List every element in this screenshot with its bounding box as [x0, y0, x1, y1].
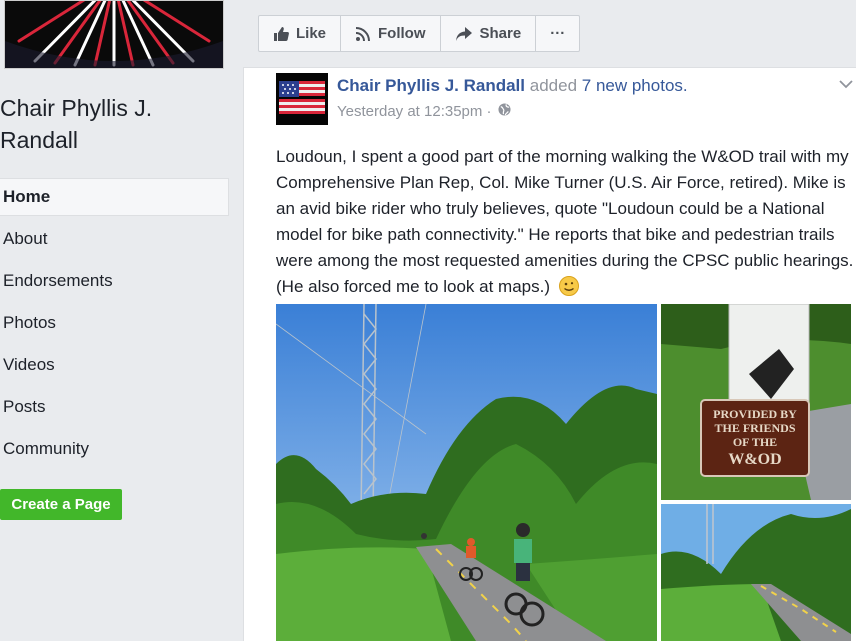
- post-header: Chair Phyllis J. Randall added 7 new pho…: [337, 76, 688, 96]
- post-author-link[interactable]: Chair Phyllis J. Randall: [337, 76, 525, 95]
- share-arrow-icon: [455, 26, 473, 42]
- page-profile-picture[interactable]: [4, 0, 224, 69]
- sign-line-3: OF THE: [733, 435, 777, 449]
- photos-link[interactable]: 7 new photos.: [582, 76, 688, 95]
- globe-icon: [498, 103, 511, 120]
- sidebar-nav: Home About Endorsements Photos Videos Po…: [0, 178, 229, 472]
- sidebar-item-videos[interactable]: Videos: [0, 346, 229, 384]
- share-button[interactable]: Share: [441, 16, 537, 51]
- author-avatar[interactable]: [276, 73, 328, 125]
- post-body: Loudoun, I spent a good part of the morn…: [276, 144, 856, 304]
- sidebar-item-about[interactable]: About: [0, 220, 229, 258]
- follow-button-label: Follow: [378, 25, 426, 42]
- sidebar-item-community[interactable]: Community: [0, 430, 229, 468]
- post-body-text: Loudoun, I spent a good part of the morn…: [276, 147, 854, 296]
- post-photo-main[interactable]: [276, 304, 657, 641]
- smile-icon: [558, 276, 579, 304]
- sidebar-item-posts[interactable]: Posts: [0, 388, 229, 426]
- like-button-label: Like: [296, 25, 327, 42]
- sidebar-item-photos[interactable]: Photos: [0, 304, 229, 342]
- create-page-button[interactable]: Create a Page: [0, 489, 122, 520]
- sidebar-item-home[interactable]: Home: [0, 178, 229, 216]
- more-options-button[interactable]: ···: [536, 16, 579, 51]
- thumbs-up-icon: [273, 26, 289, 42]
- post-photo-trail[interactable]: [661, 504, 851, 641]
- post-action-text: added: [529, 76, 578, 95]
- page-title: Chair Phyllis J. Randall: [0, 95, 153, 153]
- rss-icon: [355, 26, 371, 42]
- sign-line-1: PROVIDED BY: [713, 407, 797, 421]
- follow-button[interactable]: Follow: [341, 16, 441, 51]
- page-action-bar: Like Follow Share ···: [258, 15, 581, 52]
- post-photo-sign[interactable]: PROVIDED BY THE FRIENDS OF THE W&OD: [661, 304, 851, 500]
- sidebar-item-endorsements[interactable]: Endorsements: [0, 262, 229, 300]
- post-card: Chair Phyllis J. Randall added 7 new pho…: [243, 67, 856, 641]
- post-options-chevron-icon[interactable]: [839, 76, 853, 94]
- like-button[interactable]: Like: [259, 16, 342, 51]
- more-dots-icon: ···: [550, 25, 566, 42]
- sign-line-2: THE FRIENDS: [714, 421, 795, 435]
- timestamp-text: Yesterday at 12:35pm ·: [337, 103, 492, 120]
- share-button-label: Share: [479, 25, 522, 42]
- sign-line-4: W&OD: [728, 451, 781, 468]
- post-timestamp[interactable]: Yesterday at 12:35pm ·: [337, 103, 511, 120]
